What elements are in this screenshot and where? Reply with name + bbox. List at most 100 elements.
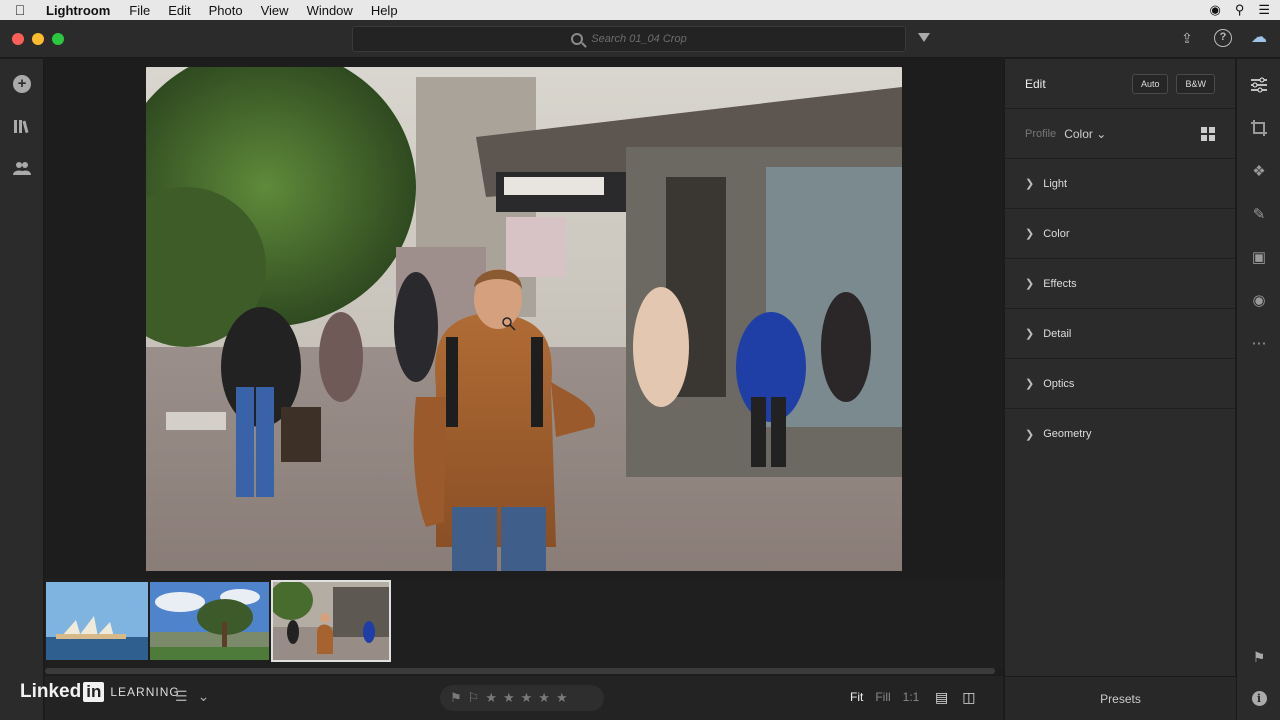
plus-icon: + — [13, 75, 31, 93]
rating-flag-bar: ⚑ ⚐ ★ ★ ★ ★ ★ — [440, 685, 604, 711]
section-label: Color — [1043, 227, 1070, 240]
section-effects[interactable]: ❯ Effects — [1005, 259, 1235, 309]
search-input[interactable]: Search 01_04 Crop — [352, 26, 906, 52]
star-2-icon[interactable]: ★ — [503, 690, 515, 706]
menu-view[interactable]: View — [252, 3, 298, 18]
spotlight-search-icon[interactable]: ⚲ — [1235, 2, 1245, 18]
filter-icon[interactable] — [918, 33, 930, 42]
profile-browser-icon[interactable] — [1201, 126, 1215, 141]
chevron-down-icon: ⌄ — [1096, 126, 1107, 141]
tag-icon: ⚑ — [1252, 649, 1266, 665]
presets-button[interactable]: Presets — [1005, 676, 1236, 720]
linear-gradient-tool[interactable]: ▣ — [1237, 235, 1280, 278]
menu-help[interactable]: Help — [362, 3, 407, 18]
thumbnail-opera-house[interactable] — [46, 582, 148, 660]
profile-value: Color — [1064, 126, 1093, 141]
view-mode-buttons: ☰ ⌄ — [175, 688, 209, 705]
crop-tool[interactable] — [1237, 106, 1280, 149]
thumbnail-coastal-tree[interactable] — [150, 582, 269, 660]
main-photo[interactable] — [146, 67, 902, 571]
star-3-icon[interactable]: ★ — [521, 690, 533, 706]
help-icon[interactable]: ? — [1214, 29, 1232, 47]
filmstrip-toggle-icon[interactable]: ▤ — [935, 689, 948, 706]
edit-title: Edit — [1025, 76, 1046, 91]
brush-icon: ✎ — [1252, 205, 1266, 223]
edit-header: Edit Auto B&W — [1005, 59, 1235, 109]
chevron-down-icon[interactable]: ⌄ — [198, 688, 210, 705]
pick-flag-icon[interactable]: ⚑ — [450, 690, 462, 706]
gradient-icon: ▣ — [1251, 248, 1267, 266]
edit-tool[interactable] — [1237, 63, 1280, 106]
cloud-sync-icon[interactable]: ☁ — [1250, 29, 1268, 47]
street-portrait-image — [146, 67, 902, 571]
auto-button[interactable]: Auto — [1131, 73, 1169, 94]
chevron-right-icon: ❯ — [1025, 328, 1035, 340]
app-menu[interactable]: Lightroom — [40, 3, 120, 18]
profile-dropdown[interactable]: Color ⌄ — [1064, 127, 1201, 141]
zoom-1to1-button[interactable]: 1:1 — [903, 690, 920, 704]
keywords-button[interactable]: ⚑ — [1237, 649, 1280, 666]
section-geometry[interactable]: ❯ Geometry — [1005, 409, 1235, 459]
section-detail[interactable]: ❯ Detail — [1005, 309, 1235, 359]
shared-button[interactable] — [0, 147, 44, 189]
profile-row: Profile Color ⌄ — [1005, 109, 1235, 159]
zoom-fill-button[interactable]: Fill — [875, 690, 890, 704]
filmstrip-scrollbar[interactable] — [45, 668, 995, 674]
zoom-window-button[interactable] — [52, 33, 64, 45]
info-button[interactable]: i — [1237, 691, 1280, 706]
left-rail: + — [0, 59, 44, 720]
brand-in: in — [83, 682, 105, 702]
zoom-controls: Fit Fill 1:1 — [850, 690, 919, 704]
brush-tool[interactable]: ✎ — [1237, 192, 1280, 235]
section-label: Effects — [1043, 277, 1077, 290]
reject-flag-icon[interactable]: ⚐ — [468, 690, 480, 706]
filmstrip — [45, 579, 1003, 669]
healing-tool[interactable]: ❖ — [1237, 149, 1280, 192]
section-color[interactable]: ❯ Color — [1005, 209, 1235, 259]
minimize-window-button[interactable] — [32, 33, 44, 45]
star-4-icon[interactable]: ★ — [538, 690, 550, 706]
presets-label: Presets — [1100, 691, 1141, 706]
my-photos-button[interactable] — [0, 105, 44, 147]
notification-center-icon[interactable]: ☰ — [1258, 2, 1270, 18]
sort-icon[interactable]: ☰ — [175, 688, 188, 705]
star-5-icon[interactable]: ★ — [556, 690, 568, 706]
menu-file[interactable]: File — [120, 3, 159, 18]
chevron-right-icon: ❯ — [1025, 428, 1035, 441]
close-window-button[interactable] — [12, 33, 24, 45]
more-icon: ⋯ — [1251, 334, 1267, 352]
crop-icon — [1251, 119, 1267, 136]
apple-icon[interactable]:  — [0, 2, 40, 18]
zoom-fit-button[interactable]: Fit — [850, 690, 863, 704]
radial-gradient-tool[interactable]: ◉ — [1237, 278, 1280, 321]
thumbnail-street-portrait[interactable] — [271, 580, 391, 662]
titlebar-actions: ⇪ ? ☁ — [1178, 29, 1268, 47]
share-icon[interactable]: ⇪ — [1178, 29, 1196, 47]
menu-photo[interactable]: Photo — [200, 3, 252, 18]
creative-cloud-icon[interactable]: ◉ — [1209, 2, 1220, 18]
add-photos-button[interactable]: + — [0, 63, 44, 105]
section-light[interactable]: ❯ Light — [1005, 159, 1235, 209]
star-1-icon[interactable]: ★ — [485, 690, 497, 706]
before-after-icon[interactable]: ◫ — [962, 689, 975, 706]
coastal-tree-image — [150, 582, 269, 660]
brand-linked: Linked — [20, 681, 82, 702]
search-icon — [571, 33, 584, 45]
photo-canvas — [45, 59, 1003, 579]
menubar-status: ◉ ⚲ ☰ — [1209, 0, 1270, 20]
bw-button[interactable]: B&W — [1176, 73, 1215, 94]
chevron-right-icon: ❯ — [1025, 178, 1035, 190]
radial-icon: ◉ — [1252, 291, 1266, 309]
more-tools[interactable]: ⋯ — [1237, 321, 1280, 364]
section-optics[interactable]: ❯ Optics — [1005, 359, 1235, 409]
view-toggle-icons: ▤ ◫ — [935, 689, 975, 706]
chevron-right-icon: ❯ — [1025, 228, 1035, 240]
opera-house-image — [46, 582, 148, 660]
info-icon: i — [1251, 691, 1267, 706]
menu-edit[interactable]: Edit — [159, 3, 199, 18]
menu-window[interactable]: Window — [298, 3, 362, 18]
scrollbar-thumb[interactable] — [45, 668, 995, 674]
section-label: Detail — [1043, 327, 1072, 340]
section-label: Light — [1043, 177, 1068, 190]
tool-rail: ❖ ✎ ▣ ◉ ⋯ ⚑ i — [1236, 59, 1280, 720]
